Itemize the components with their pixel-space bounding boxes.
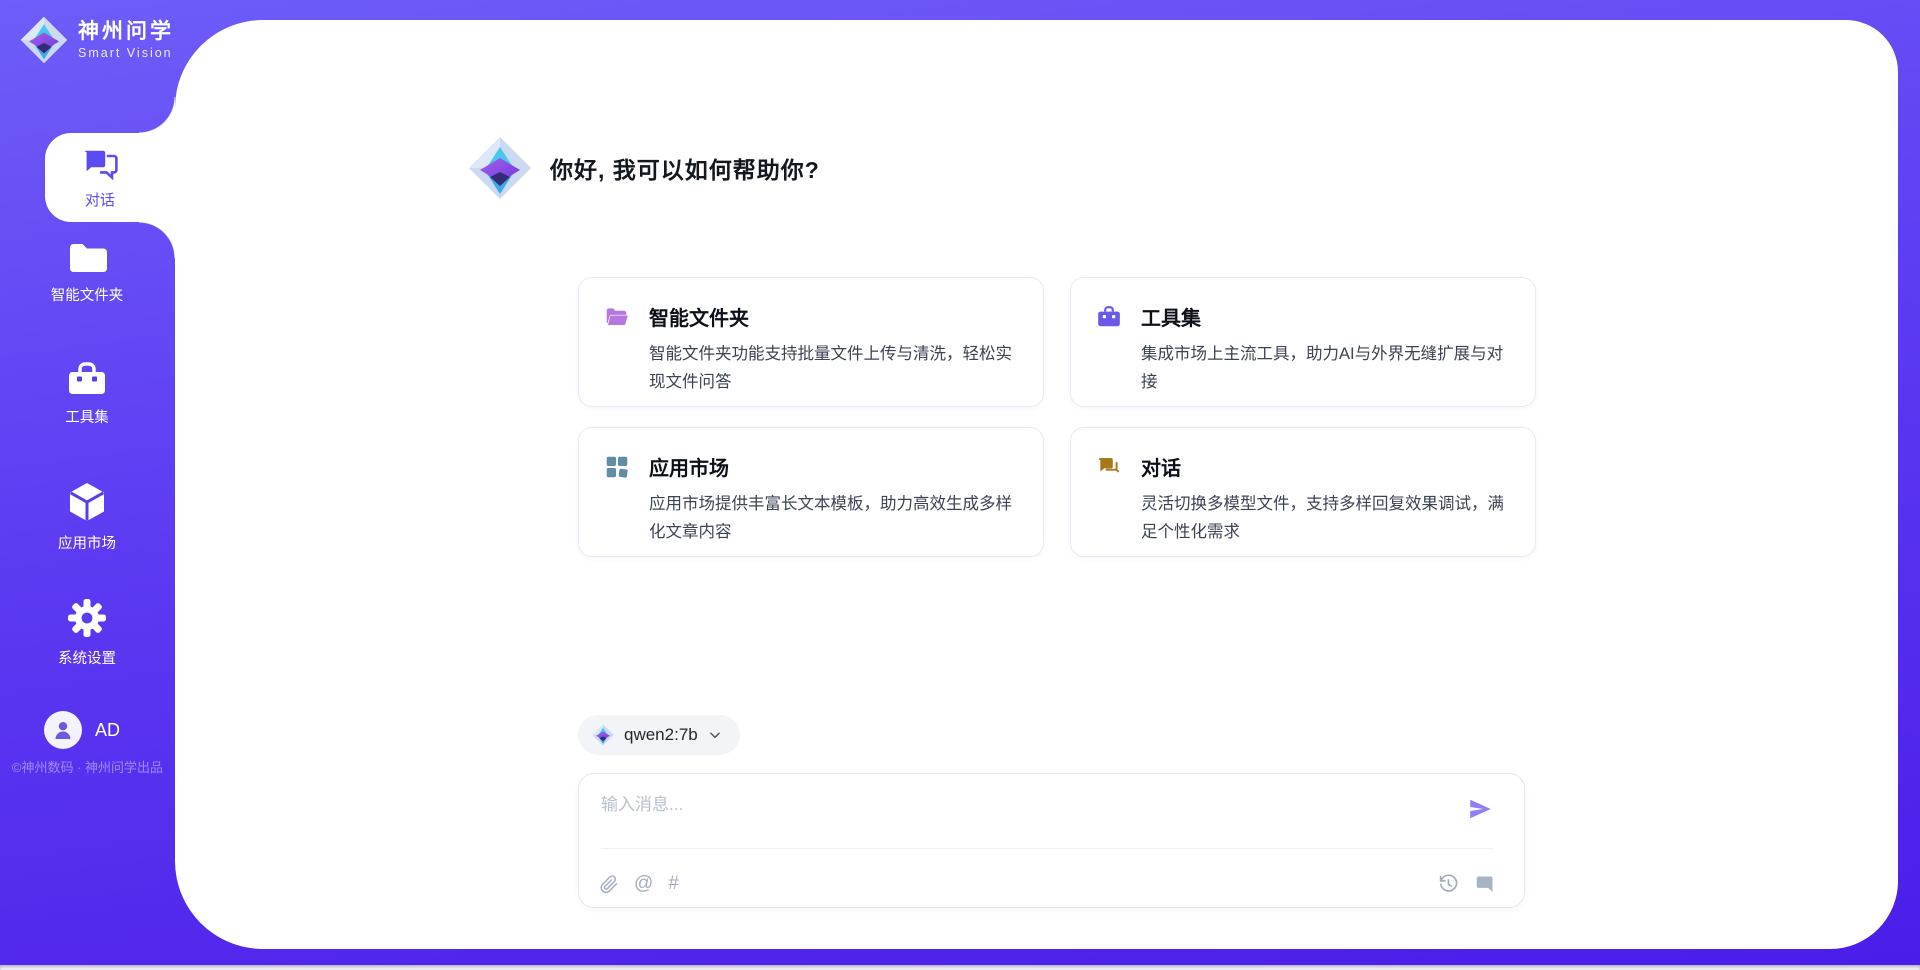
toolbox-icon [66, 361, 108, 397]
chat-icon [80, 146, 120, 184]
brand-subtitle: Smart Vision [78, 46, 174, 60]
toolbox-icon [1096, 304, 1122, 330]
model-logo-icon [592, 724, 614, 746]
card-smart-folder[interactable]: 智能文件夹 智能文件夹功能支持批量文件上传与清洗，轻松实现文件问答 [578, 277, 1044, 407]
model-name: qwen2:7b [624, 725, 698, 745]
card-toolset[interactable]: 工具集 集成市场上主流工具，助力AI与外界无缝扩展与对接 [1070, 277, 1536, 407]
sidebar-item-label: 对话 [85, 189, 115, 210]
brand-name: 神州问学 [78, 20, 174, 44]
card-title: 工具集 [1141, 302, 1201, 331]
attachment-icon[interactable] [600, 875, 619, 894]
card-description: 集成市场上主流工具，助力AI与外界无缝扩展与对接 [1141, 340, 1511, 396]
folder-icon [67, 241, 107, 275]
card-title: 智能文件夹 [649, 302, 749, 331]
feature-cards: 智能文件夹 智能文件夹功能支持批量文件上传与清洗，轻松实现文件问答 工具集 集成… [578, 277, 1536, 557]
user-initials: AD [95, 720, 120, 741]
message-input[interactable] [601, 790, 1441, 842]
sidebar-item-label: 应用市场 [58, 532, 116, 553]
app-grid-icon [604, 454, 630, 480]
greeting-text: 你好, 我可以如何帮助你? [550, 151, 820, 185]
brand: 神州问学 Smart Vision [20, 16, 174, 64]
chat-bubble-icon[interactable] [1475, 873, 1496, 894]
chevron-down-icon [708, 728, 722, 742]
history-icon[interactable] [1438, 873, 1459, 894]
send-icon[interactable] [1467, 796, 1493, 822]
person-icon [51, 718, 75, 742]
copyright-text: ©神州数码 · 神州问学出品 [0, 757, 175, 776]
sidebar-item-app-market[interactable]: 应用市场 [7, 481, 167, 553]
sidebar-item-label: 智能文件夹 [51, 284, 124, 305]
card-app-market[interactable]: 应用市场 应用市场提供丰富长文本模板，助力高效生成多样化文章内容 [578, 427, 1044, 557]
card-chat[interactable]: 对话 灵活切换多模型文件，支持多样回复效果调试，满足个性化需求 [1070, 427, 1536, 557]
card-description: 应用市场提供丰富长文本模板，助力高效生成多样化文章内容 [649, 490, 1019, 546]
sidebar-item-label: 工具集 [65, 406, 109, 427]
greeting-block: 你好, 我可以如何帮助你? [468, 136, 820, 200]
avatar [44, 711, 82, 749]
message-composer: @ # [578, 773, 1525, 908]
card-title: 应用市场 [649, 452, 729, 481]
sidebar: 神州问学 Smart Vision 对话 智能文件夹 工具集 [0, 0, 175, 970]
mention-icon[interactable]: @ [634, 874, 653, 894]
sidebar-item-settings[interactable]: 系统设置 [7, 598, 167, 668]
main-content-panel: 你好, 我可以如何帮助你? 智能文件夹 智能文件夹功能支持批量文件上传与清洗，轻… [175, 20, 1898, 949]
app-logo-icon [468, 136, 532, 200]
user-profile[interactable]: AD [44, 711, 120, 749]
composer-divider [601, 848, 1494, 849]
card-description: 智能文件夹功能支持批量文件上传与清洗，轻松实现文件问答 [649, 340, 1019, 396]
card-description: 灵活切换多模型文件，支持多样回复效果调试，满足个性化需求 [1141, 490, 1511, 546]
page-bottom-strip [0, 965, 1920, 970]
sidebar-item-label: 系统设置 [58, 647, 116, 668]
brand-logo-icon [20, 16, 68, 64]
card-title: 对话 [1141, 452, 1181, 481]
sidebar-item-smart-folder[interactable]: 智能文件夹 [7, 241, 167, 305]
sidebar-item-toolset[interactable]: 工具集 [7, 361, 167, 427]
sidebar-item-chat[interactable]: 对话 [45, 133, 175, 222]
cube-icon [67, 481, 107, 523]
folder-open-icon [604, 304, 630, 330]
model-selector[interactable]: qwen2:7b [578, 715, 740, 755]
gear-icon [67, 598, 107, 638]
chat-bubbles-icon [1096, 454, 1122, 480]
hashtag-icon[interactable]: # [668, 874, 679, 894]
